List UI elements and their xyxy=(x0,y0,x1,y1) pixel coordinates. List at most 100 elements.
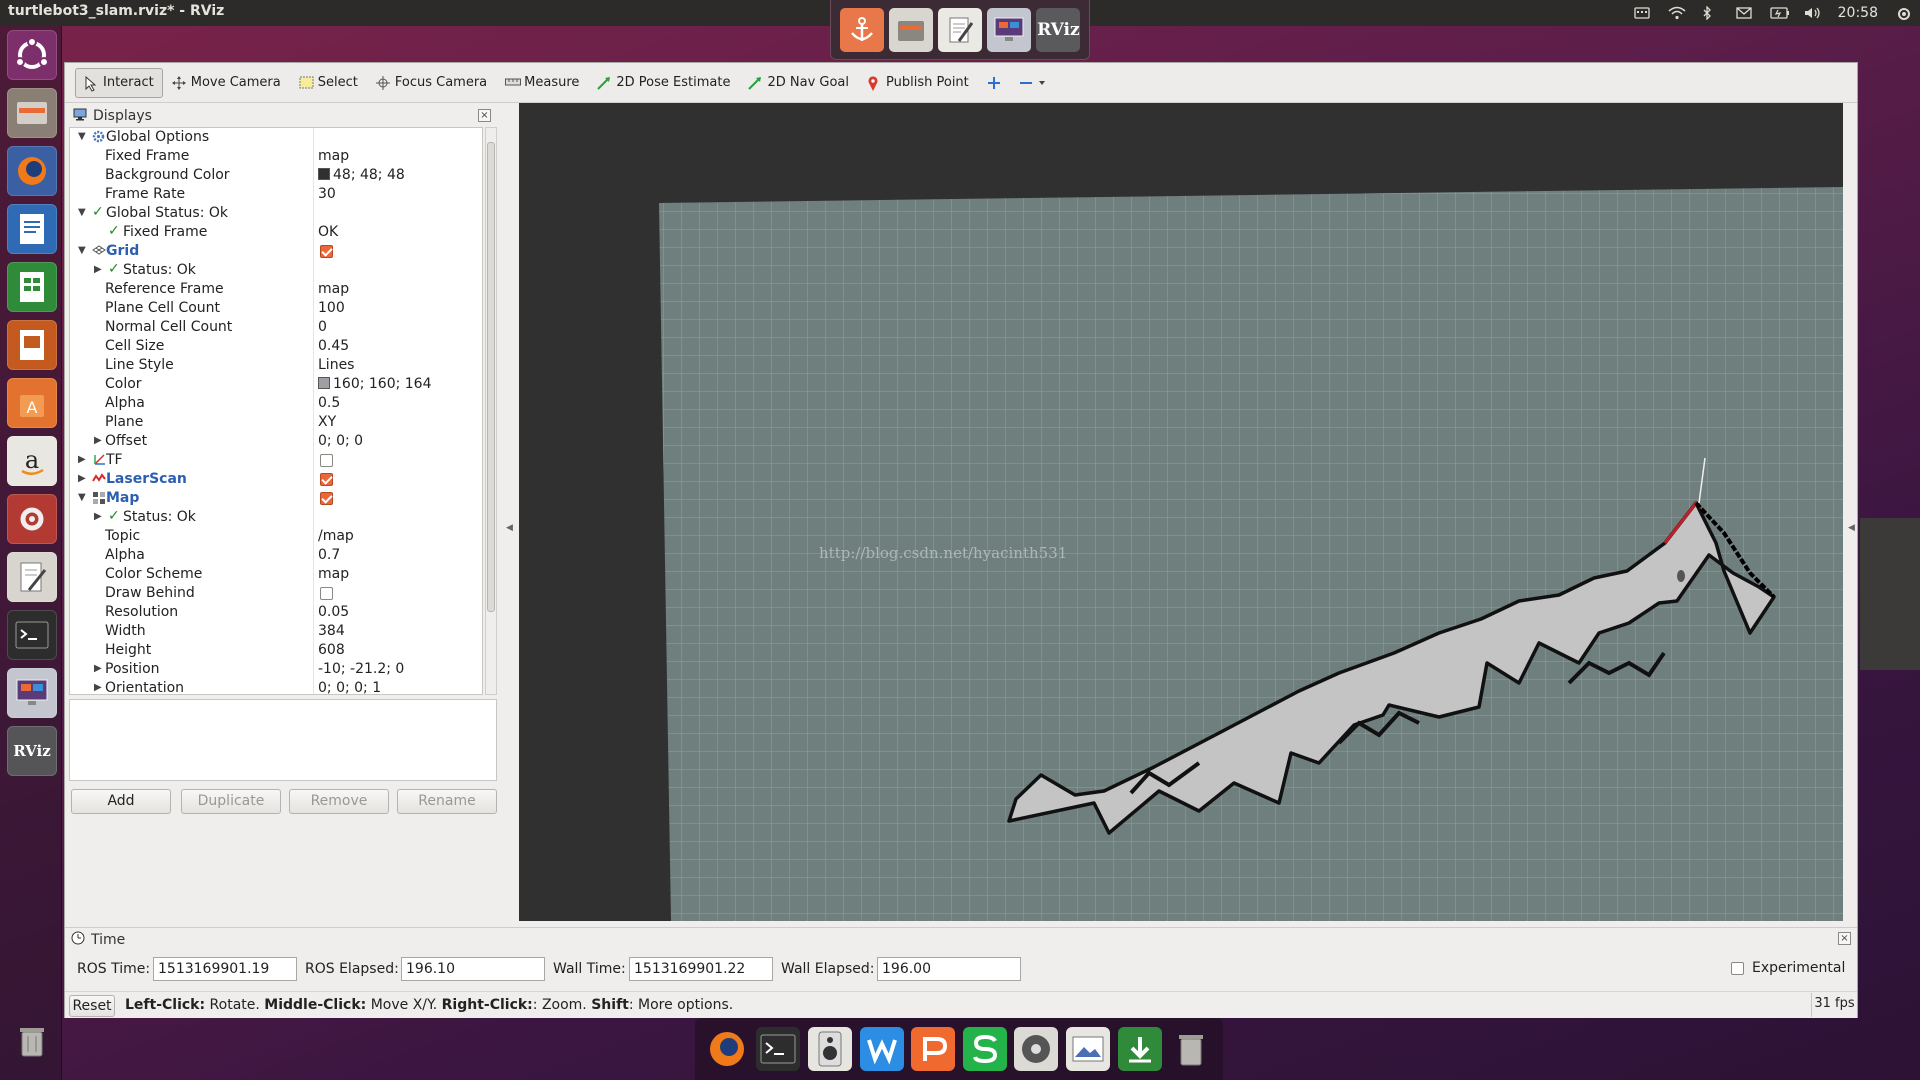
tree-row[interactable]: Line Style Lines xyxy=(70,356,482,375)
tree-row-value[interactable]: 608 xyxy=(318,642,345,658)
tree-row-value[interactable]: XY xyxy=(318,414,336,430)
tree-row-value[interactable]: 0.7 xyxy=(318,547,340,563)
ros-time-field[interactable]: 1513169901.19 xyxy=(153,957,297,981)
tree-row-value[interactable]: 384 xyxy=(318,623,345,639)
tree-row[interactable]: ▶ ✓ Status: Ok xyxy=(70,508,482,527)
reset-button[interactable]: Reset xyxy=(69,995,115,1017)
tree-row-value[interactable]: Lines xyxy=(318,357,354,373)
right-splitter-handle[interactable]: ◀ xyxy=(1848,523,1855,533)
tree-row-value[interactable]: /map xyxy=(318,528,354,544)
tool-select[interactable]: Select xyxy=(290,68,367,98)
expand-down-icon[interactable]: ▼ xyxy=(78,492,90,503)
bluetooth-icon[interactable] xyxy=(1702,5,1718,21)
tree-row[interactable]: Height 608 xyxy=(70,641,482,660)
amazon-icon[interactable]: a xyxy=(7,436,57,486)
dock-terminal-icon[interactable] xyxy=(756,1027,801,1071)
expand-right-icon[interactable]: ▶ xyxy=(78,473,90,484)
tree-row[interactable]: ▼ Map xyxy=(70,489,482,508)
duplicate-button[interactable]: Duplicate xyxy=(181,789,281,814)
tree-row[interactable]: ▶ Position -10; -21.2; 0 xyxy=(70,660,482,679)
tree-row[interactable]: Background Color 48; 48; 48 xyxy=(70,166,482,185)
dock-trash-icon[interactable] xyxy=(1169,1027,1213,1071)
trash-icon[interactable] xyxy=(7,1016,57,1066)
tool-interact[interactable]: Interact xyxy=(75,67,163,98)
tree-row[interactable]: Plane XY xyxy=(70,413,482,432)
tree-row[interactable]: ▶ LaserScan xyxy=(70,470,482,489)
tree-row-value[interactable]: map xyxy=(318,281,349,297)
ros-elapsed-field[interactable]: 196.10 xyxy=(401,957,545,981)
expand-down-icon[interactable]: ▼ xyxy=(78,207,90,218)
tree-row[interactable]: Width 384 xyxy=(70,622,482,641)
tree-row[interactable]: Draw Behind xyxy=(70,584,482,603)
tree-row[interactable]: ▶ TF xyxy=(70,451,482,470)
tree-row-value[interactable]: 30 xyxy=(318,186,336,202)
tree-row-value[interactable]: 160; 160; 164 xyxy=(318,376,432,392)
expand-down-icon[interactable]: ▼ xyxy=(78,131,90,142)
volume-icon[interactable] xyxy=(1804,6,1820,20)
tree-row-value[interactable]: 48; 48; 48 xyxy=(318,167,405,183)
tree-row[interactable]: ▶ ✓ Status: Ok xyxy=(70,261,482,280)
tree-row-value[interactable]: 0; 0; 0 xyxy=(318,433,363,449)
tree-row[interactable]: Alpha 0.5 xyxy=(70,394,482,413)
background-window[interactable] xyxy=(1860,518,1920,670)
tree-row[interactable]: Color 160; 160; 164 xyxy=(70,375,482,394)
tree-row[interactable]: ▼ Global Options xyxy=(70,128,482,147)
file-manager-icon[interactable] xyxy=(888,7,933,52)
tree-row[interactable]: Normal Cell Count 0 xyxy=(70,318,482,337)
dock-download-icon[interactable] xyxy=(1117,1027,1162,1071)
mail-icon[interactable] xyxy=(1735,6,1752,20)
text-editor-icon[interactable] xyxy=(937,7,982,52)
tool-measure[interactable]: Measure xyxy=(496,68,588,98)
displays-scrollbar-thumb[interactable] xyxy=(487,142,495,612)
tree-row[interactable]: ▶ Offset 0; 0; 0 xyxy=(70,432,482,451)
tool-add[interactable] xyxy=(978,68,1010,98)
expand-right-icon[interactable]: ▶ xyxy=(78,454,90,465)
tool-remove-menu[interactable] xyxy=(1010,68,1055,98)
tree-row[interactable]: Color Scheme map xyxy=(70,565,482,584)
files-icon[interactable] xyxy=(7,88,57,138)
tool-2d-nav-goal[interactable]: 2D Nav Goal xyxy=(739,68,858,98)
displays-close-button[interactable]: × xyxy=(478,109,491,122)
tree-row[interactable]: Alpha 0.7 xyxy=(70,546,482,565)
tree-row-value[interactable]: 0.45 xyxy=(318,338,349,354)
tree-row[interactable]: ▶ Orientation 0; 0; 0; 1 xyxy=(70,679,482,694)
wifi-icon[interactable] xyxy=(1668,6,1686,20)
dock-image-viewer-icon[interactable] xyxy=(1065,1027,1110,1071)
tool-2d-pose-estimate[interactable]: 2D Pose Estimate xyxy=(588,68,739,98)
tree-row[interactable]: ✓ Fixed Frame OK xyxy=(70,223,482,242)
wall-elapsed-field[interactable]: 196.00 xyxy=(877,957,1021,981)
tree-row[interactable]: Cell Size 0.45 xyxy=(70,337,482,356)
expand-right-icon[interactable]: ▶ xyxy=(94,511,106,522)
dock-speaker-icon[interactable] xyxy=(807,1027,852,1071)
tree-row-value[interactable]: 0 xyxy=(318,319,327,335)
expand-down-icon[interactable]: ▼ xyxy=(78,245,90,256)
gedit-icon[interactable] xyxy=(7,552,57,602)
tree-row-value[interactable]: -10; -21.2; 0 xyxy=(318,661,404,677)
dock-firefox-icon[interactable] xyxy=(705,1027,749,1071)
ubuntu-dash-icon[interactable] xyxy=(7,30,57,80)
terminal-icon[interactable] xyxy=(7,610,57,660)
tree-row[interactable]: Plane Cell Count 100 xyxy=(70,299,482,318)
dock-video-icon[interactable] xyxy=(1014,1027,1059,1071)
tree-row-value[interactable]: map xyxy=(318,566,349,582)
add-button[interactable]: Add xyxy=(71,789,171,814)
enable-checkbox[interactable] xyxy=(320,587,333,600)
rviz-app-icon[interactable]: RViz xyxy=(1036,7,1081,52)
render-viewport[interactable]: http://blog.csdn.net/hyacinth531 xyxy=(519,103,1843,921)
clock[interactable]: 20:58 xyxy=(1838,5,1878,21)
firefox-icon[interactable] xyxy=(7,146,57,196)
tree-row[interactable]: ▼ Grid xyxy=(70,242,482,261)
tree-row-value[interactable]: 0.05 xyxy=(318,604,349,620)
tree-row[interactable]: Frame Rate 30 xyxy=(70,185,482,204)
calc-icon[interactable] xyxy=(7,262,57,312)
enable-checkbox[interactable] xyxy=(320,245,333,258)
tree-row[interactable]: Fixed Frame map xyxy=(70,147,482,166)
impress-icon[interactable] xyxy=(7,320,57,370)
dock-wps-writer-icon[interactable] xyxy=(859,1027,904,1071)
tool-publish-point[interactable]: Publish Point xyxy=(858,68,978,98)
tree-row-value[interactable]: OK xyxy=(318,224,338,240)
wall-time-field[interactable]: 1513169901.22 xyxy=(629,957,773,981)
software-center-icon[interactable]: A xyxy=(7,378,57,428)
rviz-launcher-icon[interactable]: RViz xyxy=(7,726,57,776)
experimental-checkbox[interactable] xyxy=(1731,962,1744,975)
